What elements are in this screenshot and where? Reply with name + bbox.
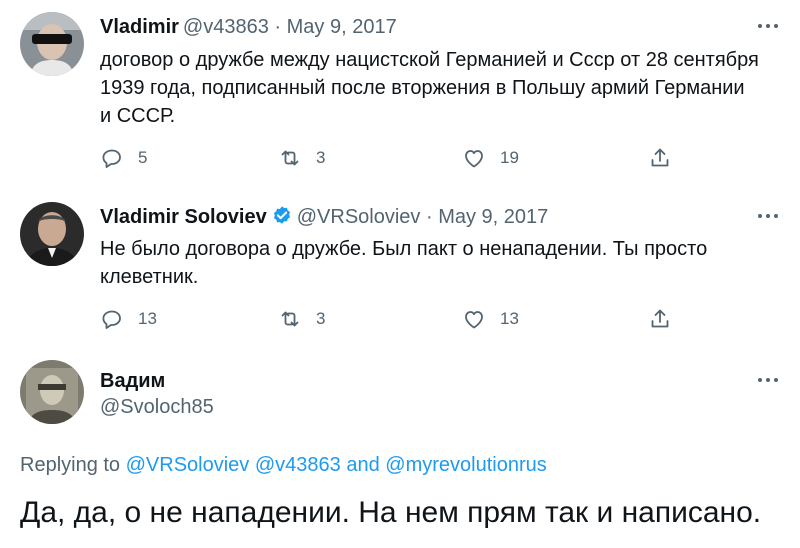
reply-count: 13 bbox=[138, 309, 157, 328]
action-bar: 5 3 19 bbox=[100, 146, 700, 170]
tweet-text: договор о дружбе между нацистской Герман… bbox=[100, 49, 759, 127]
mention-conjunction[interactable]: and bbox=[346, 454, 379, 476]
like-icon bbox=[462, 146, 486, 170]
retweet-icon bbox=[278, 146, 302, 170]
tweet-text: Да, да, о не нападении. На нем прям так … bbox=[20, 496, 762, 529]
share-icon bbox=[648, 307, 672, 331]
reply-button[interactable]: 5 bbox=[100, 146, 147, 170]
tweet-date[interactable]: May 9, 2017 bbox=[438, 206, 548, 228]
mention-link[interactable]: @myrevolutionrus bbox=[385, 454, 546, 476]
more-icon[interactable] bbox=[758, 16, 782, 36]
tweet-header: Вадим bbox=[100, 368, 165, 394]
retweet-count: 3 bbox=[316, 148, 326, 167]
author-handle[interactable]: @Svoloch85 bbox=[100, 396, 214, 419]
action-bar: 13 3 13 bbox=[100, 307, 700, 331]
verified-badge-icon bbox=[273, 206, 290, 224]
replying-to-label: Replying to bbox=[20, 454, 121, 476]
tweet-header: Vladimir Soloviev @VRSoloviev · May 9, 2… bbox=[100, 204, 548, 230]
author-handle[interactable]: @VRSoloviev bbox=[297, 206, 421, 228]
avatar[interactable] bbox=[20, 12, 84, 76]
author-handle[interactable]: @v43863 bbox=[183, 16, 269, 38]
like-count: 19 bbox=[500, 148, 519, 167]
retweet-count: 3 bbox=[316, 309, 326, 328]
retweet-button[interactable]: 3 bbox=[278, 146, 325, 170]
avatar[interactable] bbox=[20, 360, 84, 424]
tweet-date[interactable]: May 9, 2017 bbox=[287, 16, 397, 38]
more-icon[interactable] bbox=[758, 370, 782, 390]
separator: · bbox=[274, 16, 282, 38]
share-button[interactable] bbox=[648, 146, 686, 170]
like-count: 13 bbox=[500, 309, 519, 328]
focused-tweet[interactable]: Вадим @Svoloch85 Replying to @VRSoloviev… bbox=[0, 350, 800, 548]
like-button[interactable]: 19 bbox=[462, 146, 519, 170]
separator: · bbox=[425, 206, 433, 228]
tweet[interactable]: Vladimir @v43863 · May 9, 2017 договор о … bbox=[0, 0, 800, 190]
like-icon bbox=[462, 307, 486, 331]
retweet-button[interactable]: 3 bbox=[278, 307, 325, 331]
retweet-icon bbox=[278, 307, 302, 331]
tweet[interactable]: Vladimir Soloviev @VRSoloviev · May 9, 2… bbox=[0, 190, 800, 350]
reply-button[interactable]: 13 bbox=[100, 307, 157, 331]
reply-icon bbox=[100, 307, 124, 331]
mention-link[interactable]: @v43863 bbox=[255, 454, 341, 476]
reply-icon bbox=[100, 146, 124, 170]
avatar[interactable] bbox=[20, 202, 84, 266]
author-name[interactable]: Vladimir Soloviev bbox=[100, 206, 267, 228]
author-name[interactable]: Vladimir bbox=[100, 16, 179, 38]
author-name[interactable]: Вадим bbox=[100, 370, 165, 392]
like-button[interactable]: 13 bbox=[462, 307, 519, 331]
mention-link[interactable]: @VRSoloviev bbox=[126, 454, 250, 476]
reply-count: 5 bbox=[138, 148, 148, 167]
share-button[interactable] bbox=[648, 307, 686, 331]
tweet-text: Не было договора о дружбе. Был пакт о не… bbox=[100, 238, 708, 288]
more-icon[interactable] bbox=[758, 206, 782, 226]
share-icon bbox=[648, 146, 672, 170]
tweet-header: Vladimir @v43863 · May 9, 2017 bbox=[100, 14, 397, 40]
replying-to: Replying to @VRSoloviev @v43863 and @myr… bbox=[20, 454, 547, 477]
